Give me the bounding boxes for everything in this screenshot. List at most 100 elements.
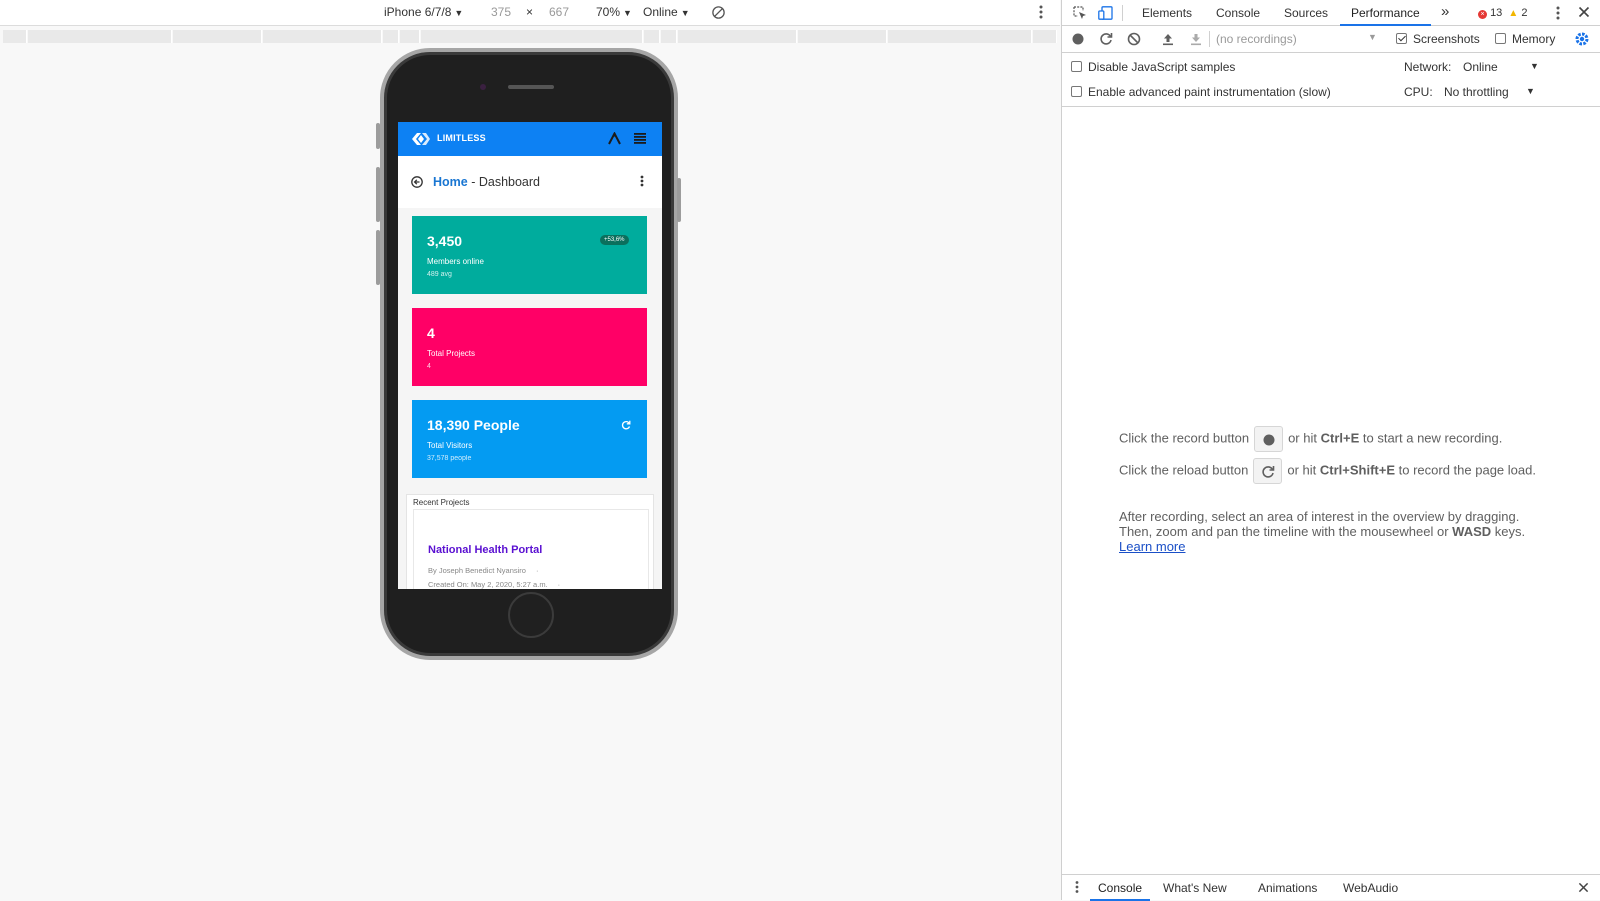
media-query-segment[interactable] [421,30,643,43]
learn-more-link[interactable]: Learn more [1119,539,1185,554]
error-count: 13 [1490,7,1503,19]
media-query-segment[interactable] [400,30,420,43]
load-profile-icon[interactable] [1162,32,1174,46]
disable-js-samples-checkbox[interactable]: Disable JavaScript samples [1071,60,1235,74]
issues-counter[interactable]: × 13 ▲ 2 [1478,0,1527,26]
breadcrumb-separator: - [467,175,479,189]
caret-down-icon: ▼ [1530,61,1539,71]
recordings-select[interactable]: (no recordings) ▼ [1216,32,1377,46]
project-card[interactable]: National Health Portal By Joseph Benedic… [413,509,649,589]
checkbox-unchecked [1071,86,1082,97]
home-button[interactable] [508,592,554,638]
memory-checkbox[interactable]: Memory [1495,32,1555,46]
meta-dot: · [535,566,539,575]
device-toggle-icon[interactable] [1098,6,1114,20]
advanced-paint-checkbox[interactable]: Enable advanced paint instrumentation (s… [1071,85,1331,99]
drawer-tab-console[interactable]: Console [1090,875,1151,901]
stat-value: 18,390 People [427,417,520,433]
capture-settings-icon[interactable] [1574,31,1590,47]
checkbox-unchecked [1071,61,1082,72]
inspect-element-icon[interactable] [1073,6,1087,20]
devtools-menu-icon[interactable] [1556,5,1560,21]
devtools-tabbar: Elements Console Sources Performance » ×… [1062,0,1600,26]
media-query-segment[interactable] [263,30,382,43]
device-select[interactable]: iPhone 6/7/8 ▼ [384,5,463,19]
shortcut-key: Ctrl+E [1320,430,1360,446]
tab-elements[interactable]: Elements [1142,0,1192,26]
caret-down-icon: ▼ [623,8,632,18]
more-tabs-icon[interactable]: » [1441,0,1449,25]
width-input[interactable]: 375 [491,5,511,19]
more-vertical-icon[interactable] [640,175,644,187]
drawer-tab-webaudio[interactable]: WebAudio [1343,875,1398,901]
clear-icon[interactable] [1127,32,1141,46]
breadcrumb: Home - Dashboard [433,175,540,189]
brand-logo-icon[interactable] [412,132,430,146]
media-query-segment[interactable] [1033,30,1057,43]
caret-down-icon: ▼ [454,8,464,18]
media-query-bar[interactable] [0,28,1060,45]
phone-volume-down [376,230,380,285]
media-query-segment[interactable] [678,30,797,43]
tab-performance[interactable]: Performance [1340,0,1431,26]
stat-value: 4 [427,325,435,341]
record-hint: Click the record button or hit Ctrl+E to … [1119,426,1502,452]
media-query-segment[interactable] [28,30,172,43]
project-created: Created On: May 2, 2020, 5:27 a.m. · [428,580,561,589]
stat-subtext: 37,578 people [427,455,472,462]
hamburger-menu-icon[interactable] [634,133,646,144]
media-query-segment[interactable] [3,30,27,43]
error-icon: × [1478,10,1487,19]
network-throttle-select[interactable]: Online ▼ [1463,60,1543,74]
media-query-segment[interactable] [173,30,262,43]
tab-sources[interactable]: Sources [1284,0,1328,26]
recent-projects-panel: Recent Projects National Health Portal B… [406,494,654,589]
more-options-icon[interactable] [1039,4,1043,20]
throttle-select[interactable]: Online ▼ [643,5,690,19]
height-input[interactable]: 667 [549,5,569,19]
media-query-segment[interactable] [888,30,1032,43]
reload-hint: Click the reload button or hit Ctrl+Shift… [1119,458,1536,484]
save-profile-icon[interactable] [1190,32,1202,46]
drawer-tabbar: Console What's New Animations WebAudio [1062,874,1600,901]
shortcut-key: WASD [1452,524,1492,539]
cpu-throttle-select[interactable]: No throttling ▼ [1444,85,1535,99]
warning-count: 2 [1521,7,1528,19]
caret-down-icon: ▼ [1368,32,1377,42]
brand-name[interactable]: LIMITLESS [437,133,486,143]
caret-down-icon: ▼ [680,8,690,18]
dimension-separator: × [526,5,534,19]
close-devtools-icon[interactable] [1578,6,1590,18]
project-name-link[interactable]: National Health Portal [428,544,542,556]
close-drawer-icon[interactable] [1578,882,1589,893]
record-icon[interactable] [1072,33,1084,45]
media-query-segment[interactable] [661,30,677,43]
network-label: Network: [1404,60,1452,74]
tab-console[interactable]: Console [1216,0,1260,26]
drawer-tab-whats-new[interactable]: What's New [1163,875,1227,901]
media-query-segment[interactable] [798,30,887,43]
reload-hint-button[interactable] [1253,458,1283,484]
refresh-icon[interactable] [621,420,631,430]
back-arrow-icon[interactable] [411,176,423,188]
rotate-icon[interactable] [711,5,726,20]
screenshots-checkbox[interactable]: Screenshots [1396,32,1480,46]
learn-more-line: Learn more [1119,539,1185,554]
panel-title: Recent Projects [413,498,470,507]
media-query-segment[interactable] [383,30,399,43]
stat-label: Total Visitors [427,441,473,450]
record-hint-button[interactable] [1254,426,1284,452]
stat-card-projects: 4 Total Projects 4 [412,308,647,386]
drawer-menu-icon[interactable] [1075,880,1079,894]
reload-record-icon[interactable] [1099,32,1113,46]
stat-subtext: 489 avg [427,271,452,278]
drawer-tab-animations[interactable]: Animations [1258,875,1317,901]
sidebar-toggle-icon[interactable] [608,132,621,145]
shortcut-key: Ctrl+Shift+E [1319,462,1396,478]
phone-speaker [508,85,554,89]
phone-volume-up [376,167,380,222]
phone-power-button [677,178,681,222]
zoom-select[interactable]: 70% ▼ [596,5,632,19]
media-query-segment[interactable] [644,30,660,43]
breadcrumb-home-link[interactable]: Home [433,175,468,189]
